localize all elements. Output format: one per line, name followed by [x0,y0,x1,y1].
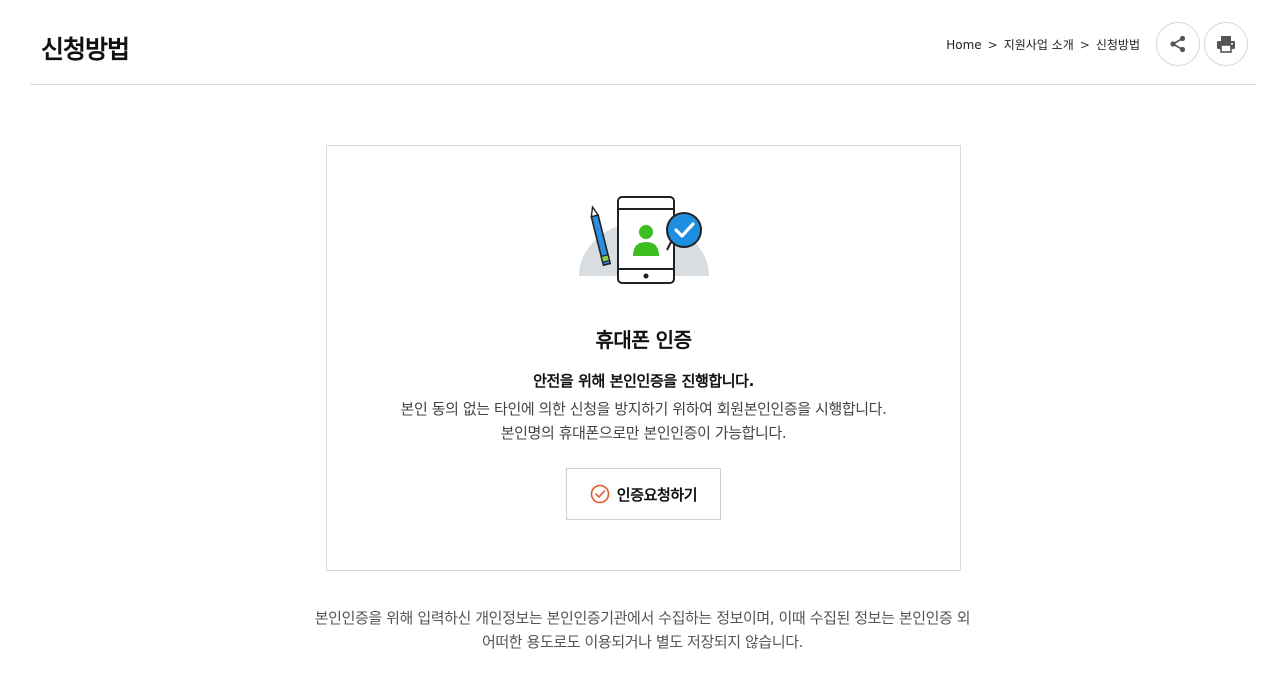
privacy-notice: 본인인증을 위해 입력하신 개인정보는 본인인증기관에서 수집하는 정보이며, … [0,606,1285,654]
phone-verification-card: 휴대폰 인증 안전을 위해 본인인증을 진행합니다. 본인 동의 없는 타인에 … [326,145,961,571]
privacy-notice-line: 본인인증을 위해 입력하신 개인정보는 본인인증기관에서 수집하는 정보이며, … [314,609,971,627]
breadcrumb-separator: > [1079,37,1090,52]
card-desc-line: 본인명의 휴대폰으로만 본인인증이 가능합니다. [500,424,787,442]
breadcrumb-current[interactable]: 신청방법 [1096,36,1140,53]
breadcrumb-support-intro[interactable]: 지원사업 소개 [1004,36,1074,53]
check-circle-icon [590,484,610,504]
card-title: 휴대폰 인증 [595,328,692,352]
breadcrumb-home[interactable]: Home [946,38,981,52]
card-description: 본인 동의 없는 타인에 의한 신청을 방지하기 위하여 회원본인인증을 시행합… [327,397,960,445]
phone-verification-icon [579,196,709,284]
share-icon [1170,35,1186,53]
page-title: 신청방법 [41,35,130,64]
request-verification-button[interactable]: 인증요청하기 [566,468,721,520]
card-subtitle: 안전을 위해 본인인증을 진행합니다. [533,372,754,390]
print-icon [1217,36,1235,53]
breadcrumb-separator: > [987,37,998,52]
request-verification-label: 인증요청하기 [616,485,698,504]
privacy-notice-line: 어떠한 용도로도 이용되거나 별도 저장되지 않습니다. [481,633,803,651]
print-button[interactable] [1204,22,1248,66]
breadcrumb: Home > 지원사업 소개 > 신청방법 [946,36,1140,53]
card-desc-line: 본인 동의 없는 타인에 의한 신청을 방지하기 위하여 회원본인인증을 시행합… [400,400,887,418]
share-button[interactable] [1156,22,1200,66]
page-header: 신청방법 Home > 지원사업 소개 > 신청방법 [30,0,1256,85]
